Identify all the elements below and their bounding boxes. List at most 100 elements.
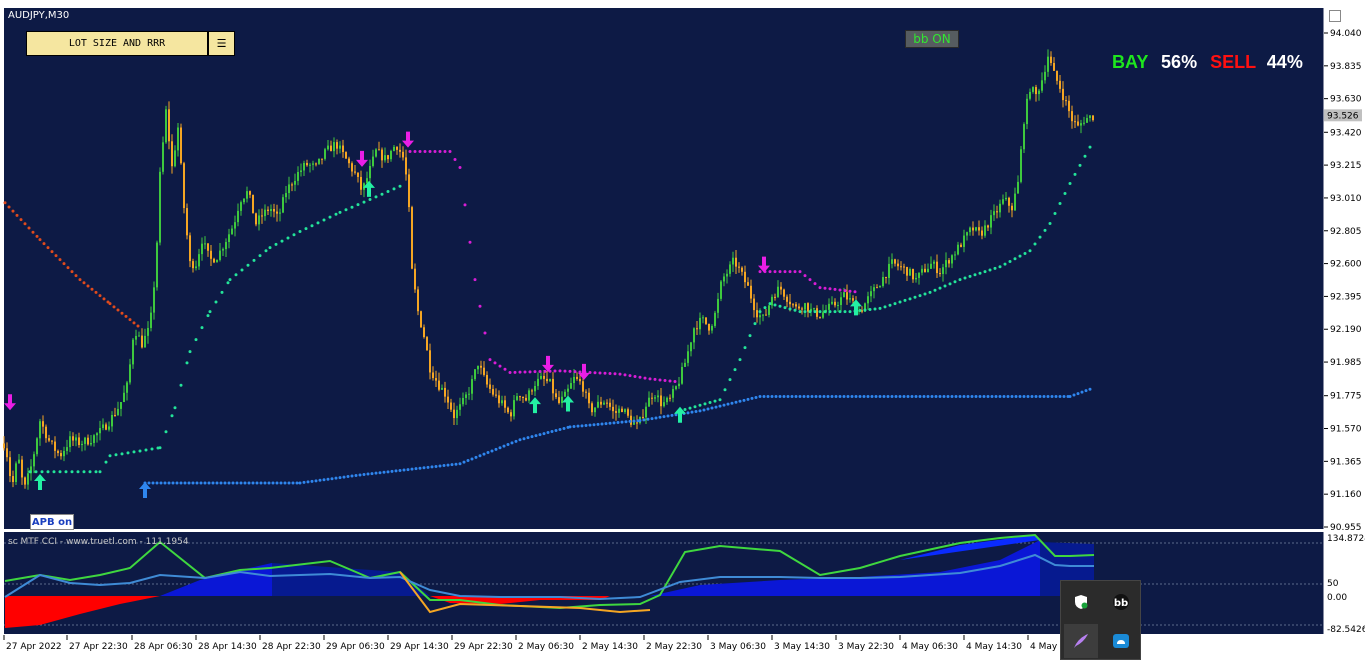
slow-trail-dot bbox=[726, 402, 730, 406]
candle-body bbox=[147, 327, 149, 336]
candle-body bbox=[375, 149, 377, 157]
slow-trail-dot bbox=[410, 467, 414, 471]
slow-trail-dot bbox=[814, 394, 818, 398]
candle-body bbox=[267, 209, 269, 212]
candle-body bbox=[816, 308, 818, 317]
fast-trail-dot bbox=[688, 406, 692, 410]
fast-trail-dot bbox=[252, 258, 256, 262]
slow-trail-dot bbox=[974, 394, 978, 398]
candle-body bbox=[1020, 149, 1022, 182]
main-chart-area[interactable] bbox=[4, 8, 1324, 529]
cloud-icon[interactable] bbox=[1104, 624, 1138, 658]
candle-body bbox=[735, 257, 737, 267]
fast-trail-dot bbox=[310, 224, 314, 228]
bb-app-icon[interactable]: bb bbox=[1104, 585, 1138, 619]
slow-trail-dot bbox=[171, 481, 175, 485]
lot-size-button[interactable]: LOT SIZE AND RRR bbox=[26, 31, 208, 56]
slow-trail-dot bbox=[604, 422, 608, 426]
candle-body bbox=[918, 272, 920, 278]
candle-body bbox=[273, 208, 275, 212]
fast-trail-dot bbox=[158, 446, 162, 450]
bear-trail-dot bbox=[673, 380, 677, 384]
slow-trail-dot bbox=[530, 435, 534, 439]
apb-toggle-button[interactable]: APB on bbox=[30, 514, 74, 530]
candle-body bbox=[780, 286, 782, 290]
candle-body bbox=[318, 158, 320, 164]
slow-trail-dot bbox=[438, 464, 442, 468]
candle-body bbox=[393, 146, 395, 151]
candle-body bbox=[831, 301, 833, 304]
slow-trail-dot bbox=[650, 417, 654, 421]
slow-trail-dot bbox=[358, 473, 362, 477]
bear-trail-dot bbox=[478, 304, 482, 308]
candle-body bbox=[213, 258, 215, 263]
slow-trail-dot bbox=[750, 396, 754, 400]
slow-trail-dot bbox=[986, 394, 990, 398]
fast-trail-dot bbox=[708, 400, 712, 404]
slow-trail-dot bbox=[1084, 389, 1088, 393]
bear-trail-dot bbox=[443, 149, 447, 153]
slow-trail-dot bbox=[434, 464, 438, 468]
candle-body bbox=[192, 261, 194, 269]
feather-icon[interactable] bbox=[1064, 624, 1098, 658]
time-tick-label: 2 May 22:30 bbox=[646, 642, 702, 652]
candle-body bbox=[540, 375, 542, 379]
candle-body bbox=[402, 151, 404, 158]
ma-dot bbox=[108, 302, 112, 306]
candle-body bbox=[507, 407, 509, 413]
candle-body bbox=[687, 351, 689, 363]
candle-body bbox=[9, 457, 11, 477]
fast-trail-dot bbox=[34, 470, 38, 474]
slow-trail-dot bbox=[702, 408, 706, 412]
slow-trail-dot bbox=[390, 469, 394, 473]
time-tick-label: 4 May 14:30 bbox=[966, 642, 1022, 652]
candle-body bbox=[519, 396, 521, 398]
candle-body bbox=[144, 335, 146, 348]
bear-trail-dot bbox=[828, 287, 832, 291]
candle-body bbox=[372, 156, 374, 166]
candle-body bbox=[444, 387, 446, 397]
candle-body bbox=[1014, 193, 1016, 211]
candle-body bbox=[543, 375, 545, 379]
candle-body bbox=[789, 301, 791, 305]
candle-body bbox=[237, 210, 239, 223]
candle-body bbox=[888, 263, 890, 278]
maximize-icon[interactable] bbox=[1329, 10, 1341, 22]
candle-body bbox=[729, 264, 731, 274]
bear-trail-dot bbox=[473, 278, 477, 282]
slow-trail-dot bbox=[642, 418, 646, 422]
indicator-tick-label: 50 bbox=[1327, 579, 1339, 589]
ma-dot bbox=[62, 262, 66, 266]
fast-trail-dot bbox=[264, 249, 268, 253]
candle-body bbox=[723, 276, 725, 282]
fast-trail-dot bbox=[150, 447, 154, 451]
slow-trail-dot bbox=[842, 394, 846, 398]
settings-icon[interactable]: ☰ bbox=[208, 31, 235, 56]
candle-body bbox=[837, 304, 839, 306]
fast-trail-dot bbox=[1038, 235, 1042, 239]
candle-body bbox=[186, 208, 188, 236]
fast-trail-dot bbox=[683, 408, 687, 412]
candle-body bbox=[912, 268, 914, 280]
fast-trail-dot bbox=[753, 322, 757, 326]
fast-trail-dot bbox=[1008, 259, 1012, 263]
bb-toggle-button[interactable]: bb ON bbox=[905, 30, 959, 48]
bear-trail-dot bbox=[638, 375, 642, 379]
bear-trail-dot bbox=[793, 270, 797, 274]
bear-trail-dot bbox=[508, 370, 512, 374]
candle-body bbox=[219, 250, 221, 260]
candle-body bbox=[453, 409, 455, 419]
ma-dot bbox=[82, 281, 86, 285]
candle-body bbox=[465, 394, 467, 398]
time-tick-label: 28 Apr 14:30 bbox=[198, 642, 257, 652]
candle-body bbox=[987, 225, 989, 228]
price-tick-label: 93.835 bbox=[1330, 62, 1362, 72]
slow-trail-dot bbox=[758, 394, 762, 398]
slow-trail-dot bbox=[576, 424, 580, 428]
candle-body bbox=[720, 281, 722, 299]
shield-icon[interactable] bbox=[1064, 585, 1098, 619]
candle-body bbox=[78, 437, 80, 446]
candle-body bbox=[921, 268, 923, 273]
fast-trail-dot bbox=[878, 306, 882, 310]
slow-trail-dot bbox=[562, 426, 566, 430]
